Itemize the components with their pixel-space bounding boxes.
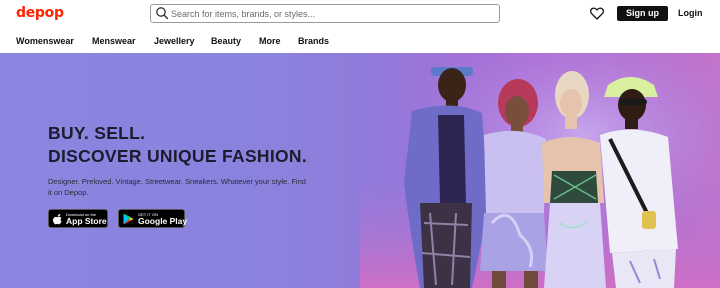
- hero-headline: BUY. SELL. DISCOVER UNIQUE FASHION.: [48, 122, 388, 168]
- nav-item-more[interactable]: More: [259, 36, 281, 46]
- google-play-button[interactable]: GET IT ON Google Play: [118, 209, 188, 228]
- search-input[interactable]: [171, 6, 491, 21]
- hero-subtext: Designer. Preloved. Vintage. Streetwear.…: [48, 177, 306, 197]
- hero-models-photo: [360, 53, 720, 288]
- search-bar[interactable]: [150, 4, 500, 23]
- login-link[interactable]: Login: [678, 8, 703, 18]
- nav-item-jewellery[interactable]: Jewellery: [154, 36, 195, 46]
- sign-up-button[interactable]: Sign up: [617, 6, 668, 21]
- nav-item-menswear[interactable]: Menswear: [92, 36, 136, 46]
- app-store-big-text: App Store: [66, 216, 107, 226]
- headline-line-2: DISCOVER UNIQUE FASHION.: [48, 146, 308, 166]
- heart-icon[interactable]: [590, 7, 604, 20]
- top-header: depop Sign up Login: [0, 0, 720, 30]
- google-play-icon: [123, 213, 134, 225]
- apple-icon: [53, 214, 62, 225]
- hero-banner: BUY. SELL. DISCOVER UNIQUE FASHION. Desi…: [0, 53, 720, 288]
- nav-item-womenswear[interactable]: Womenswear: [16, 36, 74, 46]
- app-store-button[interactable]: Download on the App Store: [48, 209, 108, 228]
- depop-logo[interactable]: depop: [16, 5, 64, 21]
- nav-item-beauty[interactable]: Beauty: [211, 36, 241, 46]
- search-icon: [156, 7, 169, 20]
- nav-item-brands[interactable]: Brands: [298, 36, 329, 46]
- headline-line-1: BUY. SELL.: [48, 123, 146, 143]
- category-nav: Womenswear Menswear Jewellery Beauty Mor…: [0, 30, 720, 53]
- google-play-big-text: Google Play: [138, 216, 188, 226]
